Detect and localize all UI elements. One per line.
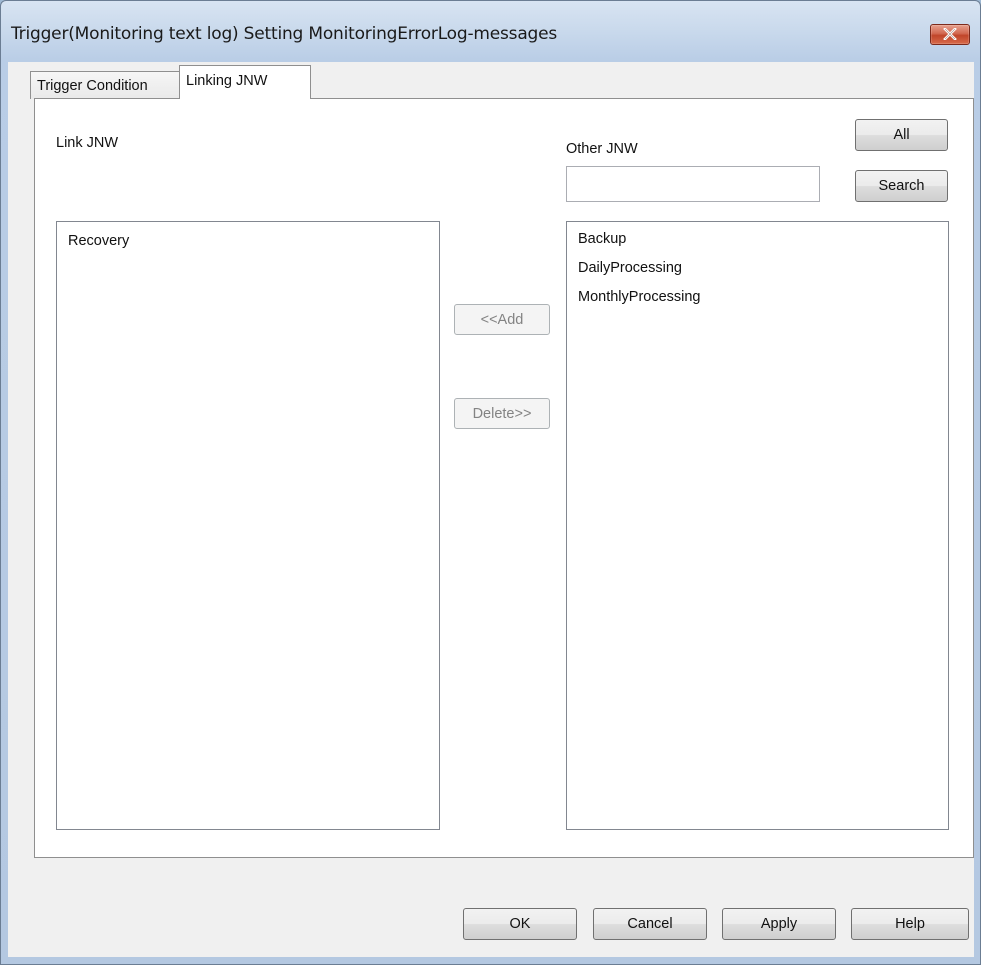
add-button[interactable]: <<Add <box>454 304 550 335</box>
dialog-client-area: Trigger Condition Linking JNW Link JNW O… <box>8 62 974 957</box>
help-button[interactable]: Help <box>851 908 969 940</box>
cancel-button[interactable]: Cancel <box>593 908 707 940</box>
delete-button[interactable]: Delete>> <box>454 398 550 429</box>
other-jnw-label: Other JNW <box>566 141 638 157</box>
tab-panel-linking-jnw: Link JNW Other JNW All Search Recovery <… <box>34 98 974 858</box>
ok-button[interactable]: OK <box>463 908 577 940</box>
list-item[interactable]: Backup <box>567 225 948 254</box>
apply-button[interactable]: Apply <box>722 908 836 940</box>
dialog-window: Trigger(Monitoring text log) Setting Mon… <box>0 0 981 965</box>
all-button[interactable]: All <box>855 119 948 151</box>
title-bar[interactable]: Trigger(Monitoring text log) Setting Mon… <box>1 1 980 65</box>
link-jnw-listbox[interactable]: Recovery <box>56 221 440 830</box>
list-item[interactable]: MonthlyProcessing <box>567 283 948 312</box>
search-input[interactable] <box>566 166 820 202</box>
close-button[interactable] <box>930 24 970 45</box>
link-jnw-label: Link JNW <box>56 135 119 151</box>
window-title: Trigger(Monitoring text log) Setting Mon… <box>11 24 558 44</box>
other-jnw-listbox[interactable]: Backup DailyProcessing MonthlyProcessing <box>566 221 949 830</box>
list-item[interactable]: DailyProcessing <box>567 254 948 283</box>
close-icon <box>943 28 957 40</box>
tab-linking-jnw[interactable]: Linking JNW <box>179 65 311 99</box>
list-item[interactable]: Recovery <box>57 227 439 256</box>
tab-trigger-condition[interactable]: Trigger Condition <box>30 71 180 99</box>
search-button[interactable]: Search <box>855 170 948 202</box>
